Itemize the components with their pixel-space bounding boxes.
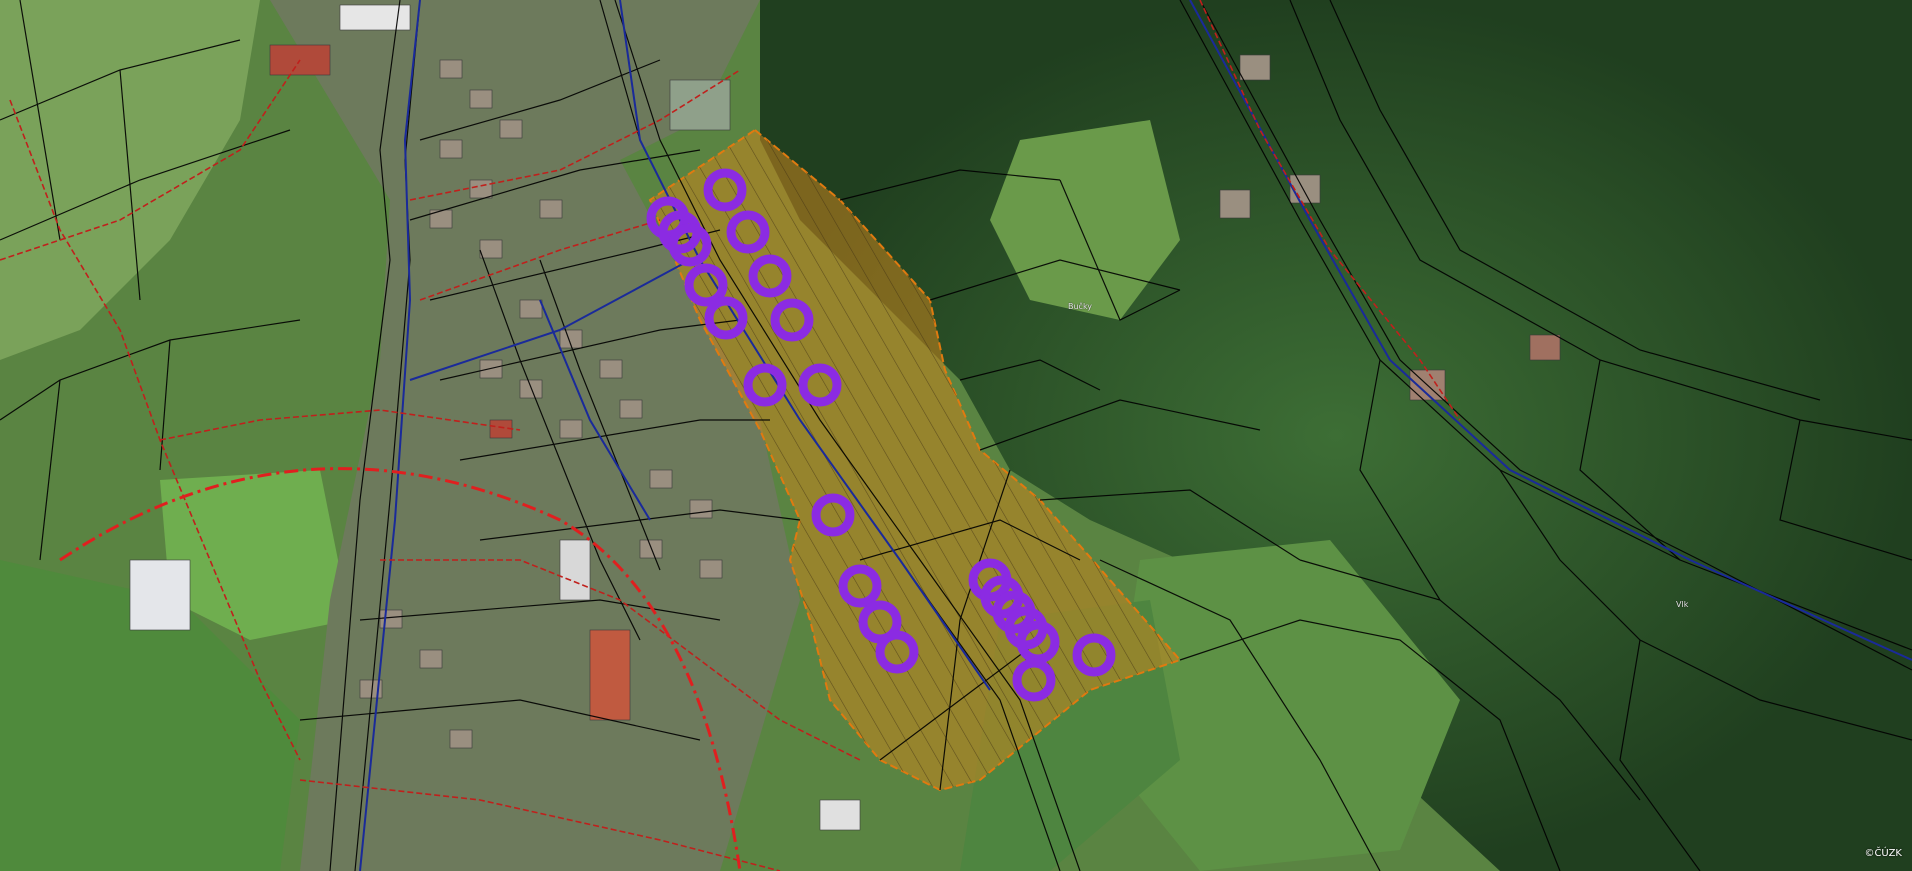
copyright-label: ©ČÚZK bbox=[1864, 848, 1902, 859]
place-label: Vlk bbox=[1676, 600, 1689, 609]
map-viewer[interactable]: Bučky Vlk ©ČÚZK bbox=[0, 0, 1912, 871]
place-label: Bučky bbox=[1068, 302, 1093, 311]
map-canvas[interactable] bbox=[0, 0, 1912, 871]
